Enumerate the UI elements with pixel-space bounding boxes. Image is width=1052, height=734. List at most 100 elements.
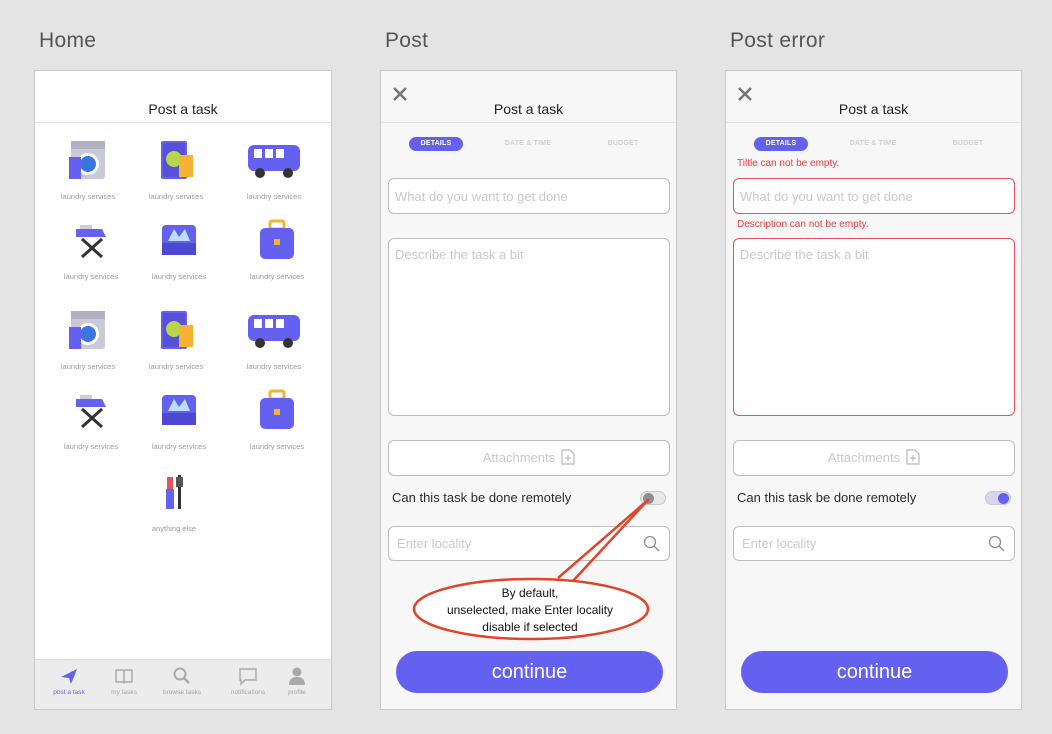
add-file-icon	[906, 449, 920, 465]
tab-label: profile	[288, 689, 306, 696]
tab-details[interactable]: DETAILS	[754, 137, 808, 151]
tab-label: post a task	[53, 689, 85, 696]
category-tile[interactable]: laundry services	[40, 309, 136, 371]
post-screen-label: Post	[385, 29, 429, 52]
category-label: laundry services	[148, 362, 204, 371]
washing-machine-icon	[69, 311, 105, 349]
sofa-icon	[162, 225, 196, 255]
category-tile[interactable]: laundry services	[229, 389, 325, 451]
tab-label: browse tasks	[163, 689, 201, 696]
category-label: laundry services	[60, 362, 116, 371]
remote-toggle[interactable]	[985, 491, 1011, 505]
search-icon	[173, 667, 190, 684]
category-tile[interactable]: laundry services	[128, 139, 224, 201]
category-label: laundry services	[63, 272, 119, 281]
page-title: Post a task	[148, 101, 218, 117]
category-tile[interactable]: laundry services	[226, 309, 322, 371]
title-error-message: Tiltle can not be empty.	[737, 158, 840, 169]
annotation-line: unselected, make Enter locality	[446, 603, 614, 617]
page-title: Post a task	[838, 101, 909, 117]
category-label: laundry services	[246, 362, 302, 371]
category-tile[interactable]: laundry services	[43, 219, 139, 281]
task-description-input[interactable]	[733, 238, 1015, 416]
page-title: Post a task	[493, 101, 564, 117]
tab-browse-tasks[interactable]: browse tasks	[153, 666, 211, 696]
bottom-tab-bar: post a task my tasks browse tasks notifi…	[35, 659, 331, 709]
tab-date-time[interactable]: DATE & TIME	[493, 137, 563, 151]
category-label: laundry services	[151, 272, 207, 281]
annotation-text: By default, unselected, make Enter local…	[430, 585, 630, 636]
category-label: laundry services	[246, 192, 302, 201]
category-tile[interactable]: laundry services	[40, 139, 136, 201]
category-label: laundry services	[60, 192, 116, 201]
category-label: laundry services	[249, 442, 305, 451]
post-error-screen: Post a task DETAILS DATE & TIME BUDGET T…	[725, 70, 1022, 710]
post-error-screen-label: Post error	[730, 29, 826, 52]
tab-post-a-task[interactable]: post a task	[40, 666, 98, 696]
user-icon	[289, 667, 305, 685]
category-tile[interactable]: laundry services	[226, 139, 322, 201]
book-cup-icon	[161, 141, 193, 179]
home-header: Post a task	[35, 71, 331, 123]
category-tile[interactable]: laundry services	[131, 389, 227, 451]
briefcase-icon	[260, 389, 294, 429]
remote-toggle[interactable]	[640, 491, 666, 505]
tab-budget[interactable]: BUDGET	[593, 137, 653, 151]
toggle-knob	[643, 493, 654, 504]
continue-button[interactable]: continue	[741, 651, 1008, 693]
post-header: Post a task	[381, 71, 676, 123]
task-title-input[interactable]	[388, 178, 670, 214]
category-tile[interactable]: laundry services	[229, 219, 325, 281]
tab-details[interactable]: DETAILS	[409, 137, 463, 151]
iron-icon	[76, 395, 106, 429]
task-title-input[interactable]	[733, 178, 1015, 214]
locality-field[interactable]	[388, 526, 670, 561]
van-icon	[248, 145, 300, 178]
paper-plane-icon	[61, 669, 77, 684]
remote-row: Can this task be done remotely	[392, 490, 666, 508]
lipstick-icon	[166, 475, 183, 509]
category-label: laundry services	[249, 272, 305, 281]
task-description-input[interactable]	[388, 238, 670, 416]
locality-input[interactable]	[734, 527, 974, 560]
category-tile[interactable]: laundry services	[128, 309, 224, 371]
sofa-icon	[162, 395, 196, 425]
search-icon	[988, 535, 1005, 552]
locality-field[interactable]	[733, 526, 1015, 561]
add-file-icon	[561, 449, 575, 465]
category-label: laundry services	[148, 192, 204, 201]
step-tabs: DETAILS DATE & TIME BUDGET	[381, 137, 676, 151]
tab-profile[interactable]: profile	[268, 666, 326, 696]
tab-budget[interactable]: BUDGET	[938, 137, 998, 151]
annotation-line: By default,	[501, 586, 559, 600]
book-cup-icon	[161, 311, 193, 349]
category-label: laundry services	[63, 442, 119, 451]
step-tabs: DETAILS DATE & TIME BUDGET	[726, 137, 1021, 151]
post-error-header: Post a task	[726, 71, 1021, 123]
category-label: anything else	[151, 524, 197, 533]
description-error-message: Description can not be empty.	[737, 219, 869, 230]
book-icon	[115, 669, 133, 684]
iron-icon	[76, 225, 106, 259]
chat-icon	[239, 668, 257, 686]
attachments-label: Attachments	[827, 450, 901, 465]
search-icon	[643, 535, 660, 552]
locality-input[interactable]	[389, 527, 629, 560]
tab-date-time[interactable]: DATE & TIME	[838, 137, 908, 151]
attachments-label: Attachments	[482, 450, 556, 465]
category-tile[interactable]: anything else	[126, 471, 222, 533]
category-label: laundry services	[151, 442, 207, 451]
remote-row: Can this task be done remotely	[737, 490, 1011, 508]
home-screen-label: Home	[39, 29, 97, 52]
continue-button[interactable]: continue	[396, 651, 663, 693]
washing-machine-icon	[69, 141, 105, 179]
briefcase-icon	[260, 219, 294, 259]
tab-label: my tasks	[111, 689, 137, 696]
category-tile[interactable]: laundry services	[43, 389, 139, 451]
category-tile[interactable]: laundry services	[131, 219, 227, 281]
van-icon	[248, 315, 300, 348]
attachments-button[interactable]: Attachments	[733, 440, 1015, 476]
toggle-knob	[998, 493, 1009, 504]
tab-my-tasks[interactable]: my tasks	[95, 666, 153, 696]
attachments-button[interactable]: Attachments	[388, 440, 670, 476]
